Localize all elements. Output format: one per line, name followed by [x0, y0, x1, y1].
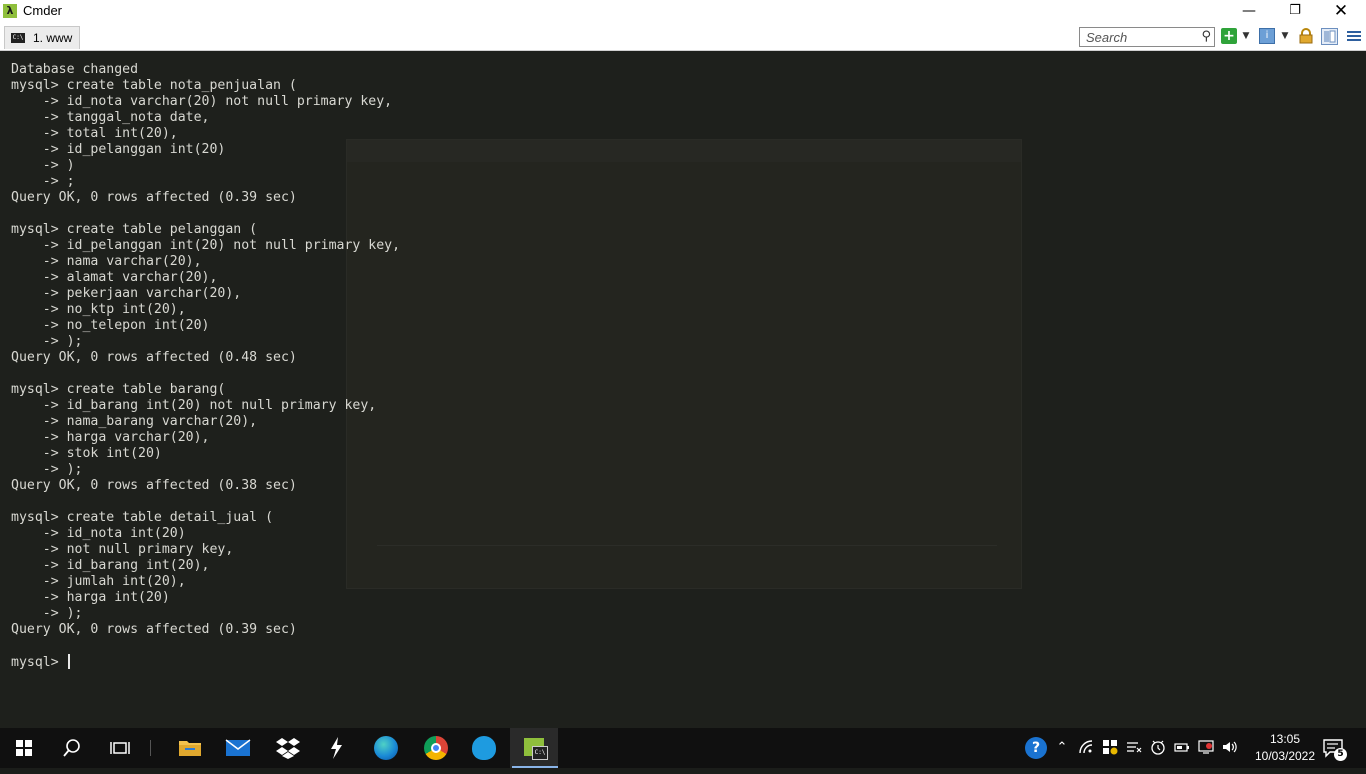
network-icon[interactable] [1198, 739, 1214, 757]
terminal-line: -> ) [42, 158, 75, 173]
security-icon[interactable] [1102, 739, 1118, 757]
terminal-line: -> no_telepon int(20) [42, 318, 210, 333]
battery-icon[interactable] [1174, 739, 1190, 757]
start-button[interactable] [0, 728, 48, 768]
taskbar-search-icon[interactable] [48, 728, 96, 768]
terminal-lines: Database changed mysql> create table not… [11, 62, 400, 637]
terminal-line: -> nama_barang varchar(20), [42, 414, 258, 429]
mail-icon[interactable] [214, 728, 262, 768]
terminal-line: -> alamat varchar(20), [42, 270, 218, 285]
add-tab-icon[interactable]: + [1221, 28, 1237, 44]
tab-menu-icon[interactable]: i [1259, 28, 1275, 44]
chrome-icon[interactable] [412, 728, 460, 768]
background-window-footer [377, 545, 997, 572]
terminal-line: -> stok int(20) [42, 446, 162, 461]
cmder-icon[interactable]: C:\ [510, 728, 558, 768]
volume-icon[interactable] [1222, 739, 1238, 757]
terminal-line: -> pekerjaan varchar(20), [42, 286, 242, 301]
restore-button[interactable]: ❐ [1272, 0, 1318, 22]
clock-date[interactable]: 10/03/2022 [1250, 749, 1320, 763]
terminal-line: mysql> create table nota_penjualan ( [11, 78, 297, 93]
hamburger-menu-icon[interactable] [1346, 28, 1362, 44]
search-input[interactable] [1082, 29, 1200, 45]
bolt-icon[interactable] [312, 728, 360, 768]
terminal-line: -> not null primary key, [42, 542, 234, 557]
dropdown-icon[interactable]: ▼ [1280, 28, 1290, 44]
taskbar-separator [150, 740, 151, 756]
terminal-line: -> total int(20), [42, 126, 178, 141]
clock-sync-icon[interactable] [1150, 739, 1166, 757]
terminal-line: mysql> create table detail_jual ( [11, 510, 274, 525]
view-icon[interactable] [1321, 28, 1338, 45]
bluestacks-icon[interactable] [460, 728, 508, 768]
terminal-line: mysql> create table pelanggan ( [11, 222, 258, 237]
terminal-line: Query OK, 0 rows affected (0.38 sec) [11, 478, 297, 493]
terminal-line: Database changed [11, 62, 139, 77]
tab-label: 1. www [33, 31, 73, 45]
dropbox-icon[interactable] [264, 728, 312, 768]
terminal-line: Query OK, 0 rows affected (0.48 sec) [11, 350, 297, 365]
search-icon[interactable]: ⚲ [1201, 29, 1211, 44]
search-box[interactable]: ⚲ [1079, 27, 1215, 47]
notification-count-badge: 5 [1334, 748, 1347, 761]
terminal-line: -> id_barang int(20), [42, 558, 210, 573]
terminal-line: -> ); [42, 462, 83, 477]
terminal-line: -> id_barang int(20) not null primary ke… [42, 398, 377, 413]
minimize-button[interactable]: — [1226, 0, 1272, 22]
text-cursor [67, 654, 70, 669]
terminal-line: -> harga varchar(20), [42, 430, 210, 445]
terminal-line: Query OK, 0 rows affected (0.39 sec) [11, 190, 297, 205]
terminal-line: -> ); [42, 334, 83, 349]
tab-www[interactable]: C:\ 1. www [4, 26, 80, 49]
terminal-line: -> id_nota int(20) [42, 526, 186, 541]
clock-time[interactable]: 13:05 [1250, 732, 1320, 746]
terminal-line: -> ); [42, 606, 83, 621]
close-button[interactable]: ✕ [1318, 0, 1364, 22]
task-view-icon[interactable] [96, 728, 144, 768]
prompt: mysql> [11, 655, 67, 670]
terminal-line: -> tanggal_nota date, [42, 110, 210, 125]
console-icon: C:\ [11, 33, 25, 43]
title-bar[interactable]: λ Cmder — ❐ ✕ [0, 0, 1366, 22]
terminal-output: Database changed mysql> create table not… [11, 62, 400, 671]
windows-logo-icon [16, 740, 32, 756]
show-hidden-icons-icon[interactable]: ⌃ [1054, 739, 1070, 757]
tab-bar: C:\ 1. www ⚲ + ▼ i ▼ [0, 22, 1366, 51]
edge-icon[interactable] [362, 728, 410, 768]
lock-icon[interactable] [1298, 28, 1314, 44]
terminal-line: -> id_nota varchar(20) not null primary … [42, 94, 393, 109]
background-window-shadow [346, 139, 1022, 589]
terminal-line: Query OK, 0 rows affected (0.39 sec) [11, 622, 297, 637]
terminal-line: -> no_ktp int(20), [42, 302, 186, 317]
taskbar: C:\ ? ⌃ 13:05 10/03/2022 5 [0, 728, 1366, 768]
background-window-titlebar [347, 140, 1021, 162]
terminal-line: -> jumlah int(20), [42, 574, 186, 589]
wifi-icon[interactable] [1078, 739, 1094, 757]
terminal-line: -> ; [42, 174, 75, 189]
terminal-line: mysql> create table barang( [11, 382, 226, 397]
terminal-line: -> id_pelanggan int(20) [42, 142, 226, 157]
cmder-lambda-icon: λ [3, 4, 17, 18]
terminal-line: -> nama varchar(20), [42, 254, 202, 269]
file-explorer-icon[interactable] [166, 728, 214, 768]
terminal-area[interactable]: Database changed mysql> create table not… [0, 51, 1366, 728]
terminal-line: -> id_pelanggan int(20) not null primary… [42, 238, 401, 253]
dropdown-icon[interactable]: ▼ [1241, 28, 1251, 44]
ime-icon[interactable] [1126, 739, 1142, 757]
help-icon[interactable]: ? [1025, 737, 1047, 759]
terminal-line: -> harga int(20) [42, 590, 170, 605]
window-title: Cmder [23, 3, 63, 18]
